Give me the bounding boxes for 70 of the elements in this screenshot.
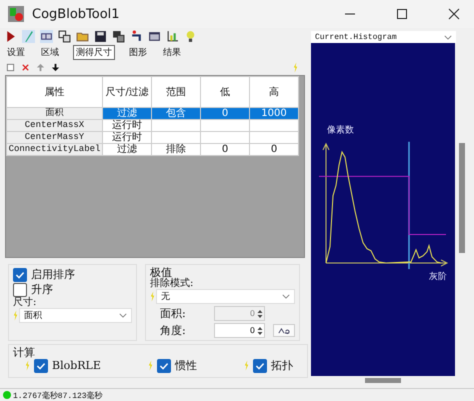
table-cell: 排除 xyxy=(152,144,200,156)
close-icon[interactable] xyxy=(448,8,460,20)
save-icon[interactable] xyxy=(94,30,107,43)
table-cell: 0 xyxy=(200,144,250,156)
bulb-icon[interactable] xyxy=(184,30,197,43)
import-icon[interactable] xyxy=(130,30,143,43)
spin-arrows-icon[interactable] xyxy=(257,326,263,336)
tab[interactable]: 图形 xyxy=(127,46,149,59)
column-header: 高 xyxy=(250,76,298,108)
table-cell: 1000 xyxy=(250,108,298,120)
app-icon xyxy=(8,6,24,22)
angle-icon xyxy=(278,327,290,334)
table-cell: 过滤 xyxy=(102,108,152,120)
chevron-down-icon xyxy=(119,313,127,318)
tab[interactable]: 区域 xyxy=(39,46,61,59)
size-label: 尺寸: xyxy=(13,297,38,308)
window-icon[interactable] xyxy=(112,30,125,43)
copy-icon[interactable] xyxy=(58,30,71,43)
chevron-down-icon xyxy=(282,294,290,299)
y-axis-label: 像素数 xyxy=(327,126,354,136)
area-label: 面积: xyxy=(159,306,187,321)
maximize-icon[interactable] xyxy=(396,8,408,20)
column-header: 低 xyxy=(200,76,250,108)
x-axis-label: 灰阶 xyxy=(429,272,447,282)
checkbox[interactable] xyxy=(13,268,27,282)
angle-button[interactable] xyxy=(273,324,295,337)
table-cell: 过滤 xyxy=(102,144,152,156)
angle-spinner[interactable]: 0 xyxy=(214,323,265,338)
new-icon[interactable] xyxy=(6,63,15,72)
chart-icon[interactable] xyxy=(166,30,179,43)
down-arrow-icon[interactable] xyxy=(51,63,60,72)
status-text: 1.2767毫秒87.123毫秒 xyxy=(13,390,103,400)
window-title: CogBlobTool1 xyxy=(32,6,120,22)
group-title: 极值 xyxy=(150,267,172,278)
checkbox[interactable] xyxy=(156,358,171,372)
table-cell: 0 xyxy=(250,144,298,156)
checkbox[interactable] xyxy=(252,358,267,372)
row-header[interactable]: 面积 xyxy=(6,108,102,120)
tab[interactable]: 测得尺寸 xyxy=(73,45,115,60)
checkbox-label: 启用排序 xyxy=(31,267,75,282)
tab[interactable]: 结果 xyxy=(161,46,183,59)
chevron-down-icon xyxy=(444,34,452,40)
status-icon xyxy=(3,391,11,399)
row-header[interactable]: CenterMassY xyxy=(6,132,102,144)
mode-dropdown[interactable]: 无 xyxy=(156,289,295,304)
grid-icon[interactable] xyxy=(148,30,161,43)
folder-icon[interactable] xyxy=(76,30,89,43)
delete-icon[interactable] xyxy=(21,63,30,72)
checkbox-label: BlobRLE xyxy=(52,359,101,372)
size-dropdown[interactable]: 面积 xyxy=(19,308,132,323)
checkbox-label: 升序 xyxy=(31,282,53,296)
table-cell: 运行时 xyxy=(102,132,152,144)
display-icon[interactable] xyxy=(40,30,53,43)
row-header[interactable]: ConnectivityLabel xyxy=(6,144,102,156)
column-header: 范围 xyxy=(152,76,200,108)
checkbox[interactable] xyxy=(13,282,27,296)
mode-label: 排除模式: xyxy=(150,278,194,289)
group-title: 计算 xyxy=(13,347,36,358)
column-header: 尺寸/过滤 xyxy=(102,76,152,108)
row-header[interactable]: CenterMassX xyxy=(6,120,102,132)
histogram-dropdown[interactable]: Current.Histogram xyxy=(311,31,456,43)
checkbox-label: 惯性 xyxy=(174,358,197,373)
angle-label: 角度: xyxy=(159,323,187,338)
tab[interactable]: 设置 xyxy=(5,46,27,59)
checkbox[interactable] xyxy=(34,358,48,372)
table-cell: 0 xyxy=(200,108,250,120)
checkbox-label: 拓扑 xyxy=(270,358,293,373)
column-header: 属性 xyxy=(6,76,102,108)
table-cell: 包含 xyxy=(152,108,200,120)
table-cell: 运行时 xyxy=(102,120,152,132)
